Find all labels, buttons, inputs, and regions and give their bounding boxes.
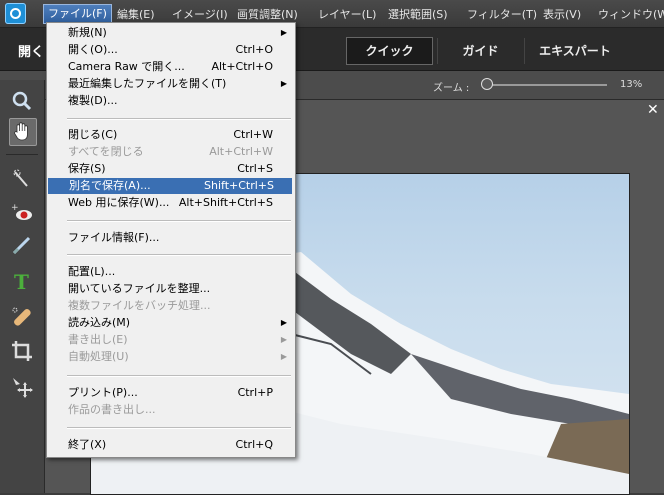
menu-item-open-recent[interactable]: 最近編集したファイルを開く(T) ▶: [47, 76, 295, 92]
menu-separator: [67, 375, 291, 377]
submenu-arrow-icon: ▶: [280, 28, 287, 37]
menu-item-close[interactable]: 閉じる(C) Ctrl+W: [47, 127, 295, 143]
open-button[interactable]: 開く: [18, 41, 44, 60]
submenu-arrow-icon: ▶: [280, 335, 287, 344]
hand-tool[interactable]: [9, 118, 37, 146]
menu-item-new[interactable]: 新規(N) ▶: [47, 25, 295, 41]
brush-icon: [12, 236, 31, 255]
type-icon: T: [14, 270, 29, 293]
submenu-arrow-icon: ▶: [280, 352, 287, 361]
menu-item-organize-open-files[interactable]: 開いているファイルを整理...: [47, 281, 295, 297]
menu-filter[interactable]: フィルター(T): [467, 6, 537, 22]
move-tool[interactable]: [9, 374, 35, 400]
menu-item-open[interactable]: 開く(O)... Ctrl+O: [47, 42, 295, 58]
quick-selection-icon: [13, 169, 28, 187]
svg-text:T: T: [14, 270, 29, 293]
red-eye-icon: +: [11, 203, 32, 220]
quick-selection-tool[interactable]: [9, 166, 35, 192]
hand-icon: [14, 122, 28, 141]
menu-item-save[interactable]: 保存(S) Ctrl+S: [47, 161, 295, 177]
menu-item-place[interactable]: 配置(L)...: [47, 264, 295, 280]
menu-separator: [67, 220, 291, 222]
menu-enhance[interactable]: 画質調整(N): [237, 6, 298, 22]
close-icon[interactable]: ✕: [647, 102, 659, 118]
menu-item-import[interactable]: 読み込み(M) ▶: [47, 315, 295, 331]
spot-healing-brush-tool[interactable]: [9, 304, 35, 330]
menu-separator: [67, 427, 291, 429]
menu-item-save-for-web[interactable]: Web 用に保存(W)... Alt+Shift+Ctrl+S: [47, 195, 295, 211]
svg-text:+: +: [11, 203, 19, 213]
toolbox: + T: [0, 80, 45, 493]
menu-window[interactable]: ウィンドウ(W): [598, 6, 664, 22]
toolbox-divider: [6, 154, 38, 155]
menu-item-export-creations: 作品の書き出し...: [68, 403, 156, 416]
menu-item-save-as[interactable]: 別名で保存(A)... Shift+Ctrl+S: [48, 178, 292, 194]
type-tool[interactable]: T: [9, 268, 35, 294]
mode-quick-button[interactable]: クイック: [346, 37, 433, 65]
menu-item-open-camera-raw[interactable]: Camera Raw で開く... Alt+Ctrl+O: [47, 59, 295, 75]
menu-item-close-all: すべてを閉じる Alt+Ctrl+W: [68, 145, 273, 158]
red-eye-removal-tool[interactable]: +: [9, 200, 35, 226]
zoom-tool[interactable]: [9, 88, 35, 114]
submenu-arrow-icon: ▶: [280, 79, 287, 88]
menu-item-exit[interactable]: 終了(X) Ctrl+Q: [47, 437, 295, 453]
zoom-label: ズーム :: [433, 83, 470, 94]
menu-layer[interactable]: レイヤー(L): [318, 6, 376, 22]
zoom-slider-track[interactable]: [484, 84, 607, 86]
menu-separator: [67, 118, 291, 120]
menu-item-automation: 自動処理(U) ▶: [68, 350, 287, 363]
file-menu-dropdown: 新規(N) ▶ 開く(O)... Ctrl+O Camera Raw で開く... A…: [46, 22, 296, 458]
mode-expert-button[interactable]: エキスパート: [524, 38, 625, 64]
move-icon: [13, 378, 33, 398]
bandage-icon: [12, 307, 31, 326]
menu-view[interactable]: 表示(V): [543, 6, 581, 22]
whiten-teeth-tool[interactable]: [9, 232, 35, 258]
menu-item-file-info[interactable]: ファイル情報(F)...: [47, 230, 295, 246]
menu-file[interactable]: ファイル(F): [43, 4, 112, 24]
menu-item-batch-process: 複数ファイルをバッチ処理...: [68, 299, 211, 312]
magnifier-icon: [12, 91, 32, 111]
submenu-arrow-icon: ▶: [280, 318, 287, 327]
mode-guided-button[interactable]: ガイド: [437, 38, 523, 64]
menu-item-print[interactable]: プリント(P)... Ctrl+P: [47, 385, 295, 401]
zoom-value: 13%: [620, 79, 643, 90]
menu-image[interactable]: イメージ(I): [172, 6, 228, 22]
menu-edit[interactable]: 編集(E): [117, 6, 155, 22]
crop-icon: [12, 341, 32, 361]
menu-separator: [67, 254, 291, 256]
zoom-slider-thumb[interactable]: [481, 78, 493, 90]
menu-item-export: 書き出し(E) ▶: [68, 333, 287, 346]
menu-select[interactable]: 選択範囲(S): [388, 6, 448, 22]
app-logo-icon[interactable]: [5, 3, 26, 24]
menu-item-duplicate[interactable]: 複製(D)...: [47, 93, 295, 109]
crop-tool[interactable]: [9, 338, 35, 364]
